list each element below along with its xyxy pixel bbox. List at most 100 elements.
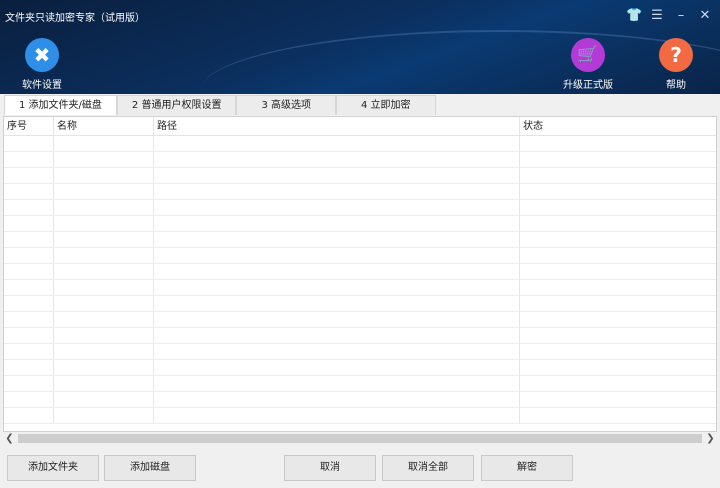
table-cell	[54, 184, 154, 199]
table-cell	[154, 168, 520, 183]
settings-button[interactable]: ✖ 软件设置	[22, 38, 62, 91]
table-row[interactable]	[4, 216, 716, 232]
table-cell	[154, 328, 520, 343]
table-cell	[4, 312, 54, 327]
file-table[interactable]: 序号 名称 路径 状态	[3, 116, 717, 432]
table-row[interactable]	[4, 168, 716, 184]
table-cell	[520, 248, 716, 263]
table-cell	[54, 392, 154, 407]
cancel-all-button[interactable]: 取消全部	[382, 455, 474, 481]
table-cell	[54, 264, 154, 279]
table-cell	[4, 392, 54, 407]
horizontal-scrollbar[interactable]: ❮ ❯	[3, 432, 717, 445]
table-cell	[54, 296, 154, 311]
table-cell	[520, 360, 716, 375]
minimize-icon[interactable]: –	[674, 8, 688, 23]
table-row[interactable]	[4, 184, 716, 200]
cart-icon: 🛒	[571, 38, 605, 72]
window-title: 文件夹只读加密专家（试用版）	[5, 13, 145, 24]
upgrade-label: 升级正式版	[563, 80, 613, 91]
col-path[interactable]: 路径	[154, 117, 520, 135]
table-cell	[54, 360, 154, 375]
table-cell	[154, 312, 520, 327]
table-cell	[4, 232, 54, 247]
wrench-screwdriver-icon: ✖	[25, 38, 59, 72]
table-row[interactable]	[4, 264, 716, 280]
scroll-thumb[interactable]	[18, 434, 702, 443]
tab-bar: 1 添加文件夹/磁盘 2 普通用户权限设置 3 高级选项 4 立即加密	[0, 95, 720, 115]
tab-advanced[interactable]: 3 高级选项	[236, 95, 337, 115]
table-cell	[520, 376, 716, 391]
table-cell	[154, 136, 520, 151]
table-cell	[4, 360, 54, 375]
col-index[interactable]: 序号	[4, 117, 54, 135]
close-icon[interactable]: ✕	[698, 8, 712, 23]
upgrade-button[interactable]: 🛒 升级正式版	[563, 38, 613, 91]
settings-label: 软件设置	[22, 80, 62, 91]
tab-add-folder[interactable]: 1 添加文件夹/磁盘	[4, 95, 117, 115]
table-cell	[520, 184, 716, 199]
table-row[interactable]	[4, 344, 716, 360]
table-cell	[520, 216, 716, 231]
table-cell	[4, 328, 54, 343]
table-row[interactable]	[4, 328, 716, 344]
table-cell	[54, 136, 154, 151]
table-cell	[520, 408, 716, 423]
table-row[interactable]	[4, 312, 716, 328]
table-cell	[4, 136, 54, 151]
table-cell	[154, 376, 520, 391]
table-row[interactable]	[4, 280, 716, 296]
cancel-button[interactable]: 取消	[284, 455, 376, 481]
add-folder-button[interactable]: 添加文件夹	[7, 455, 99, 481]
table-cell	[54, 312, 154, 327]
table-cell	[520, 152, 716, 167]
table-cell	[4, 376, 54, 391]
table-cell	[4, 280, 54, 295]
scroll-right-icon[interactable]: ❯	[704, 433, 717, 444]
table-row[interactable]	[4, 408, 716, 424]
table-cell	[4, 216, 54, 231]
table-row[interactable]	[4, 392, 716, 408]
table-cell	[4, 200, 54, 215]
tab-encrypt[interactable]: 4 立即加密	[336, 95, 436, 115]
table-row[interactable]	[4, 136, 716, 152]
table-cell	[520, 136, 716, 151]
table-header: 序号 名称 路径 状态	[4, 117, 716, 136]
menu-icon[interactable]: ☰	[650, 8, 664, 23]
table-cell	[154, 360, 520, 375]
table-row[interactable]	[4, 152, 716, 168]
table-cell	[154, 232, 520, 247]
table-cell	[54, 344, 154, 359]
tab-user-permissions[interactable]: 2 普通用户权限设置	[116, 95, 237, 115]
table-cell	[154, 392, 520, 407]
col-name[interactable]: 名称	[54, 117, 154, 135]
help-button[interactable]: ? 帮助	[659, 38, 693, 91]
col-status[interactable]: 状态	[520, 117, 716, 135]
table-cell	[520, 232, 716, 247]
table-cell	[154, 216, 520, 231]
table-cell	[54, 152, 154, 167]
table-cell	[4, 248, 54, 263]
decrypt-button[interactable]: 解密	[481, 455, 573, 481]
table-row[interactable]	[4, 232, 716, 248]
scroll-left-icon[interactable]: ❮	[3, 433, 16, 444]
table-row[interactable]	[4, 376, 716, 392]
table-cell	[54, 168, 154, 183]
question-icon: ?	[659, 38, 693, 72]
table-cell	[520, 344, 716, 359]
table-cell	[4, 408, 54, 423]
table-row[interactable]	[4, 248, 716, 264]
add-disk-button[interactable]: 添加磁盘	[104, 455, 196, 481]
table-cell	[154, 296, 520, 311]
table-cell	[520, 392, 716, 407]
table-cell	[54, 328, 154, 343]
skin-icon[interactable]: 👕	[626, 8, 642, 23]
table-cell	[4, 152, 54, 167]
table-cell	[54, 248, 154, 263]
table-row[interactable]	[4, 200, 716, 216]
table-cell	[520, 200, 716, 215]
table-cell	[520, 264, 716, 279]
table-cell	[154, 408, 520, 423]
table-row[interactable]	[4, 296, 716, 312]
table-row[interactable]	[4, 360, 716, 376]
